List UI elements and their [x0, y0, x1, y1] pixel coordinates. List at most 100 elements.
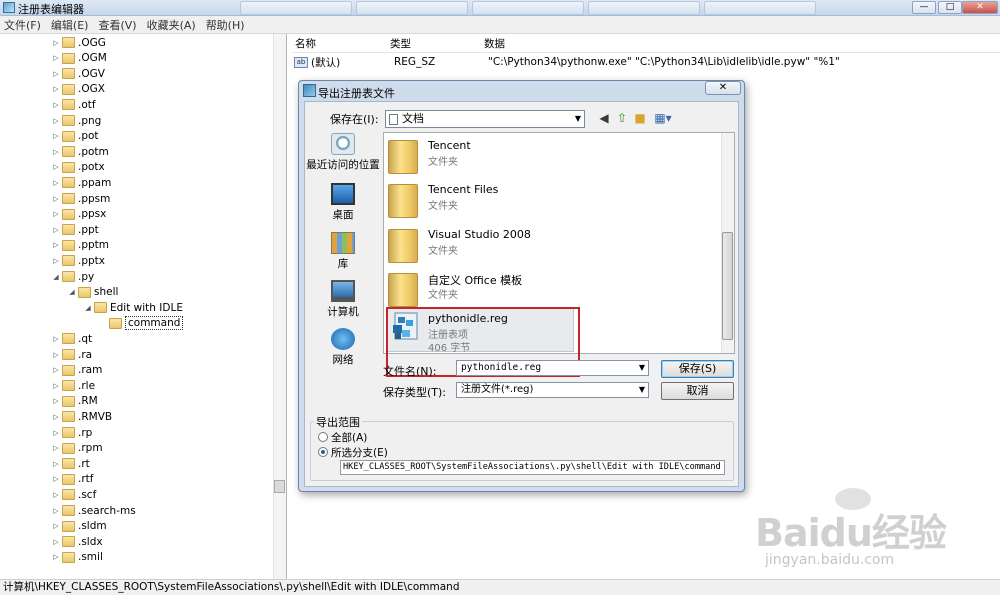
- tree-node[interactable]: ▷ .ra: [52, 347, 92, 362]
- tree-node[interactable]: ▷ .pptx: [52, 253, 105, 268]
- tree-node[interactable]: ▷ .OGV: [52, 66, 105, 81]
- background-tab[interactable]: [472, 1, 584, 15]
- tree-node[interactable]: ◢ Edit with IDLE: [84, 300, 183, 315]
- tree-node[interactable]: ▷ .rp: [52, 425, 92, 440]
- collapsed-arrow-icon[interactable]: ▷: [52, 475, 60, 483]
- collapsed-arrow-icon[interactable]: ▷: [52, 163, 60, 171]
- tree-node[interactable]: ▷ .ppt: [52, 222, 99, 237]
- place-libraries[interactable]: 库: [306, 232, 380, 271]
- collapsed-arrow-icon[interactable]: ▷: [52, 460, 60, 468]
- branch-path-input[interactable]: HKEY_CLASSES_ROOT\SystemFileAssociations…: [340, 460, 725, 475]
- place-desktop[interactable]: 桌面: [306, 183, 380, 222]
- tree-node[interactable]: ▷ .sldx: [52, 534, 102, 549]
- menu-view[interactable]: 查看(V): [98, 17, 136, 33]
- tree-node[interactable]: ▷ .OGM: [52, 51, 107, 66]
- column-name[interactable]: 名称: [292, 36, 390, 52]
- tree-node[interactable]: ▷ .OGG: [52, 35, 106, 50]
- collapsed-arrow-icon[interactable]: ▷: [52, 397, 60, 405]
- collapsed-arrow-icon[interactable]: ▷: [52, 39, 60, 47]
- tree-node[interactable]: ▷ .rle: [52, 378, 95, 393]
- minimize-button[interactable]: —: [912, 1, 936, 14]
- tree-scrollbar[interactable]: [273, 34, 286, 579]
- collapsed-arrow-icon[interactable]: ▷: [52, 351, 60, 359]
- tree-node[interactable]: ▷ .OGX: [52, 82, 105, 97]
- save-button[interactable]: 保存(S): [661, 360, 734, 378]
- tree-node[interactable]: ▷ .ppam: [52, 175, 111, 190]
- expanded-arrow-icon[interactable]: ◢: [84, 304, 92, 312]
- back-icon[interactable]: ◀: [597, 111, 611, 125]
- radio-all[interactable]: [318, 432, 328, 442]
- tree-node[interactable]: ▷ .ppsx: [52, 207, 106, 222]
- background-tab[interactable]: [356, 1, 468, 15]
- tree-node[interactable]: ▷ .pot: [52, 129, 98, 144]
- collapsed-arrow-icon[interactable]: ▷: [52, 507, 60, 515]
- place-network[interactable]: 网络: [306, 328, 380, 367]
- column-data[interactable]: 数据: [484, 36, 505, 52]
- tree-node[interactable]: ▷ .png: [52, 113, 101, 128]
- collapsed-arrow-icon[interactable]: ▷: [52, 179, 60, 187]
- menu-favorites[interactable]: 收藏夹(A): [147, 17, 196, 33]
- collapsed-arrow-icon[interactable]: ▷: [52, 101, 60, 109]
- expanded-arrow-icon[interactable]: ◢: [52, 273, 60, 281]
- background-tab[interactable]: [704, 1, 816, 15]
- tree-node[interactable]: ◢ shell: [68, 285, 118, 300]
- menu-edit[interactable]: 编辑(E): [51, 17, 89, 33]
- collapsed-arrow-icon[interactable]: ▷: [52, 148, 60, 156]
- tree-node[interactable]: ▷ .rtf: [52, 472, 93, 487]
- collapsed-arrow-icon[interactable]: ▷: [52, 413, 60, 421]
- collapsed-arrow-icon[interactable]: ▷: [52, 429, 60, 437]
- tree-node[interactable]: ▷ .pptm: [52, 238, 109, 253]
- collapsed-arrow-icon[interactable]: ▷: [52, 491, 60, 499]
- collapsed-arrow-icon[interactable]: ▷: [52, 257, 60, 265]
- menu-help[interactable]: 帮助(H): [206, 17, 245, 33]
- tree-node[interactable]: ▷ .RM: [52, 394, 97, 409]
- tree-node[interactable]: ▷ .search-ms: [52, 503, 135, 518]
- filetype-select[interactable]: 注册文件(*.reg) ▼: [456, 382, 649, 398]
- collapsed-arrow-icon[interactable]: ▷: [52, 132, 60, 140]
- tree-node[interactable]: ▷ .sldm: [52, 519, 106, 534]
- tree-node[interactable]: ▷ .potm: [52, 144, 108, 159]
- collapsed-arrow-icon[interactable]: ▷: [52, 366, 60, 374]
- place-computer[interactable]: 计算机: [306, 280, 380, 319]
- chevron-down-icon[interactable]: ▼: [639, 383, 645, 397]
- tree-node[interactable]: ◢ .py: [52, 269, 94, 284]
- background-tab[interactable]: [240, 1, 352, 15]
- tree-node[interactable]: ▷ .rpm: [52, 441, 102, 456]
- list-item[interactable]: 自定义 Office 模板 文件夹: [388, 269, 708, 311]
- expanded-arrow-icon[interactable]: ◢: [68, 288, 76, 296]
- dialog-close-button[interactable]: ✕: [705, 81, 741, 95]
- tree-node[interactable]: ▷ .smil: [52, 550, 103, 565]
- collapsed-arrow-icon[interactable]: ▷: [52, 117, 60, 125]
- list-item[interactable]: Visual Studio 2008 文件夹: [388, 225, 708, 267]
- list-item[interactable]: Tencent Files 文件夹: [388, 180, 708, 222]
- collapsed-arrow-icon[interactable]: ▷: [52, 444, 60, 452]
- close-button[interactable]: ✕: [962, 1, 998, 14]
- radio-branch[interactable]: [318, 447, 328, 457]
- tree-scroll-thumb[interactable]: [274, 480, 285, 493]
- tree-node[interactable]: ▷ .qt: [52, 331, 92, 346]
- collapsed-arrow-icon[interactable]: ▷: [52, 382, 60, 390]
- tree-node[interactable]: ▷ .rt: [52, 456, 89, 471]
- file-list-scroll-thumb[interactable]: [722, 232, 733, 340]
- collapsed-arrow-icon[interactable]: ▷: [52, 522, 60, 530]
- list-item[interactable]: Tencent 文件夹: [388, 136, 708, 178]
- tree-node[interactable]: ▷ .otf: [52, 97, 95, 112]
- menu-file[interactable]: 文件(F): [4, 17, 41, 33]
- collapsed-arrow-icon[interactable]: ▷: [52, 195, 60, 203]
- tree-node[interactable]: ▷ .RMVB: [52, 409, 112, 424]
- collapsed-arrow-icon[interactable]: ▷: [52, 538, 60, 546]
- collapsed-arrow-icon[interactable]: ▷: [52, 70, 60, 78]
- collapsed-arrow-icon[interactable]: ▷: [52, 85, 60, 93]
- collapsed-arrow-icon[interactable]: ▷: [52, 335, 60, 343]
- cancel-button[interactable]: 取消: [661, 382, 734, 400]
- tree-node[interactable]: ▷ .potx: [52, 160, 104, 175]
- save-in-select[interactable]: 文档 ▼: [385, 110, 585, 128]
- collapsed-arrow-icon[interactable]: ▷: [52, 210, 60, 218]
- tree-node[interactable]: ▷ .ram: [52, 363, 102, 378]
- view-menu-icon[interactable]: ▦▾: [652, 111, 674, 125]
- background-tab[interactable]: [588, 1, 700, 15]
- value-row[interactable]: ab (默认) REG_SZ "C:\Python34\pythonw.exe"…: [294, 54, 840, 70]
- place-recent[interactable]: 最近访问的位置: [306, 133, 380, 172]
- radio-all-label[interactable]: 全部(A): [331, 430, 367, 445]
- filename-input[interactable]: pythonidle.reg ▼: [456, 360, 649, 376]
